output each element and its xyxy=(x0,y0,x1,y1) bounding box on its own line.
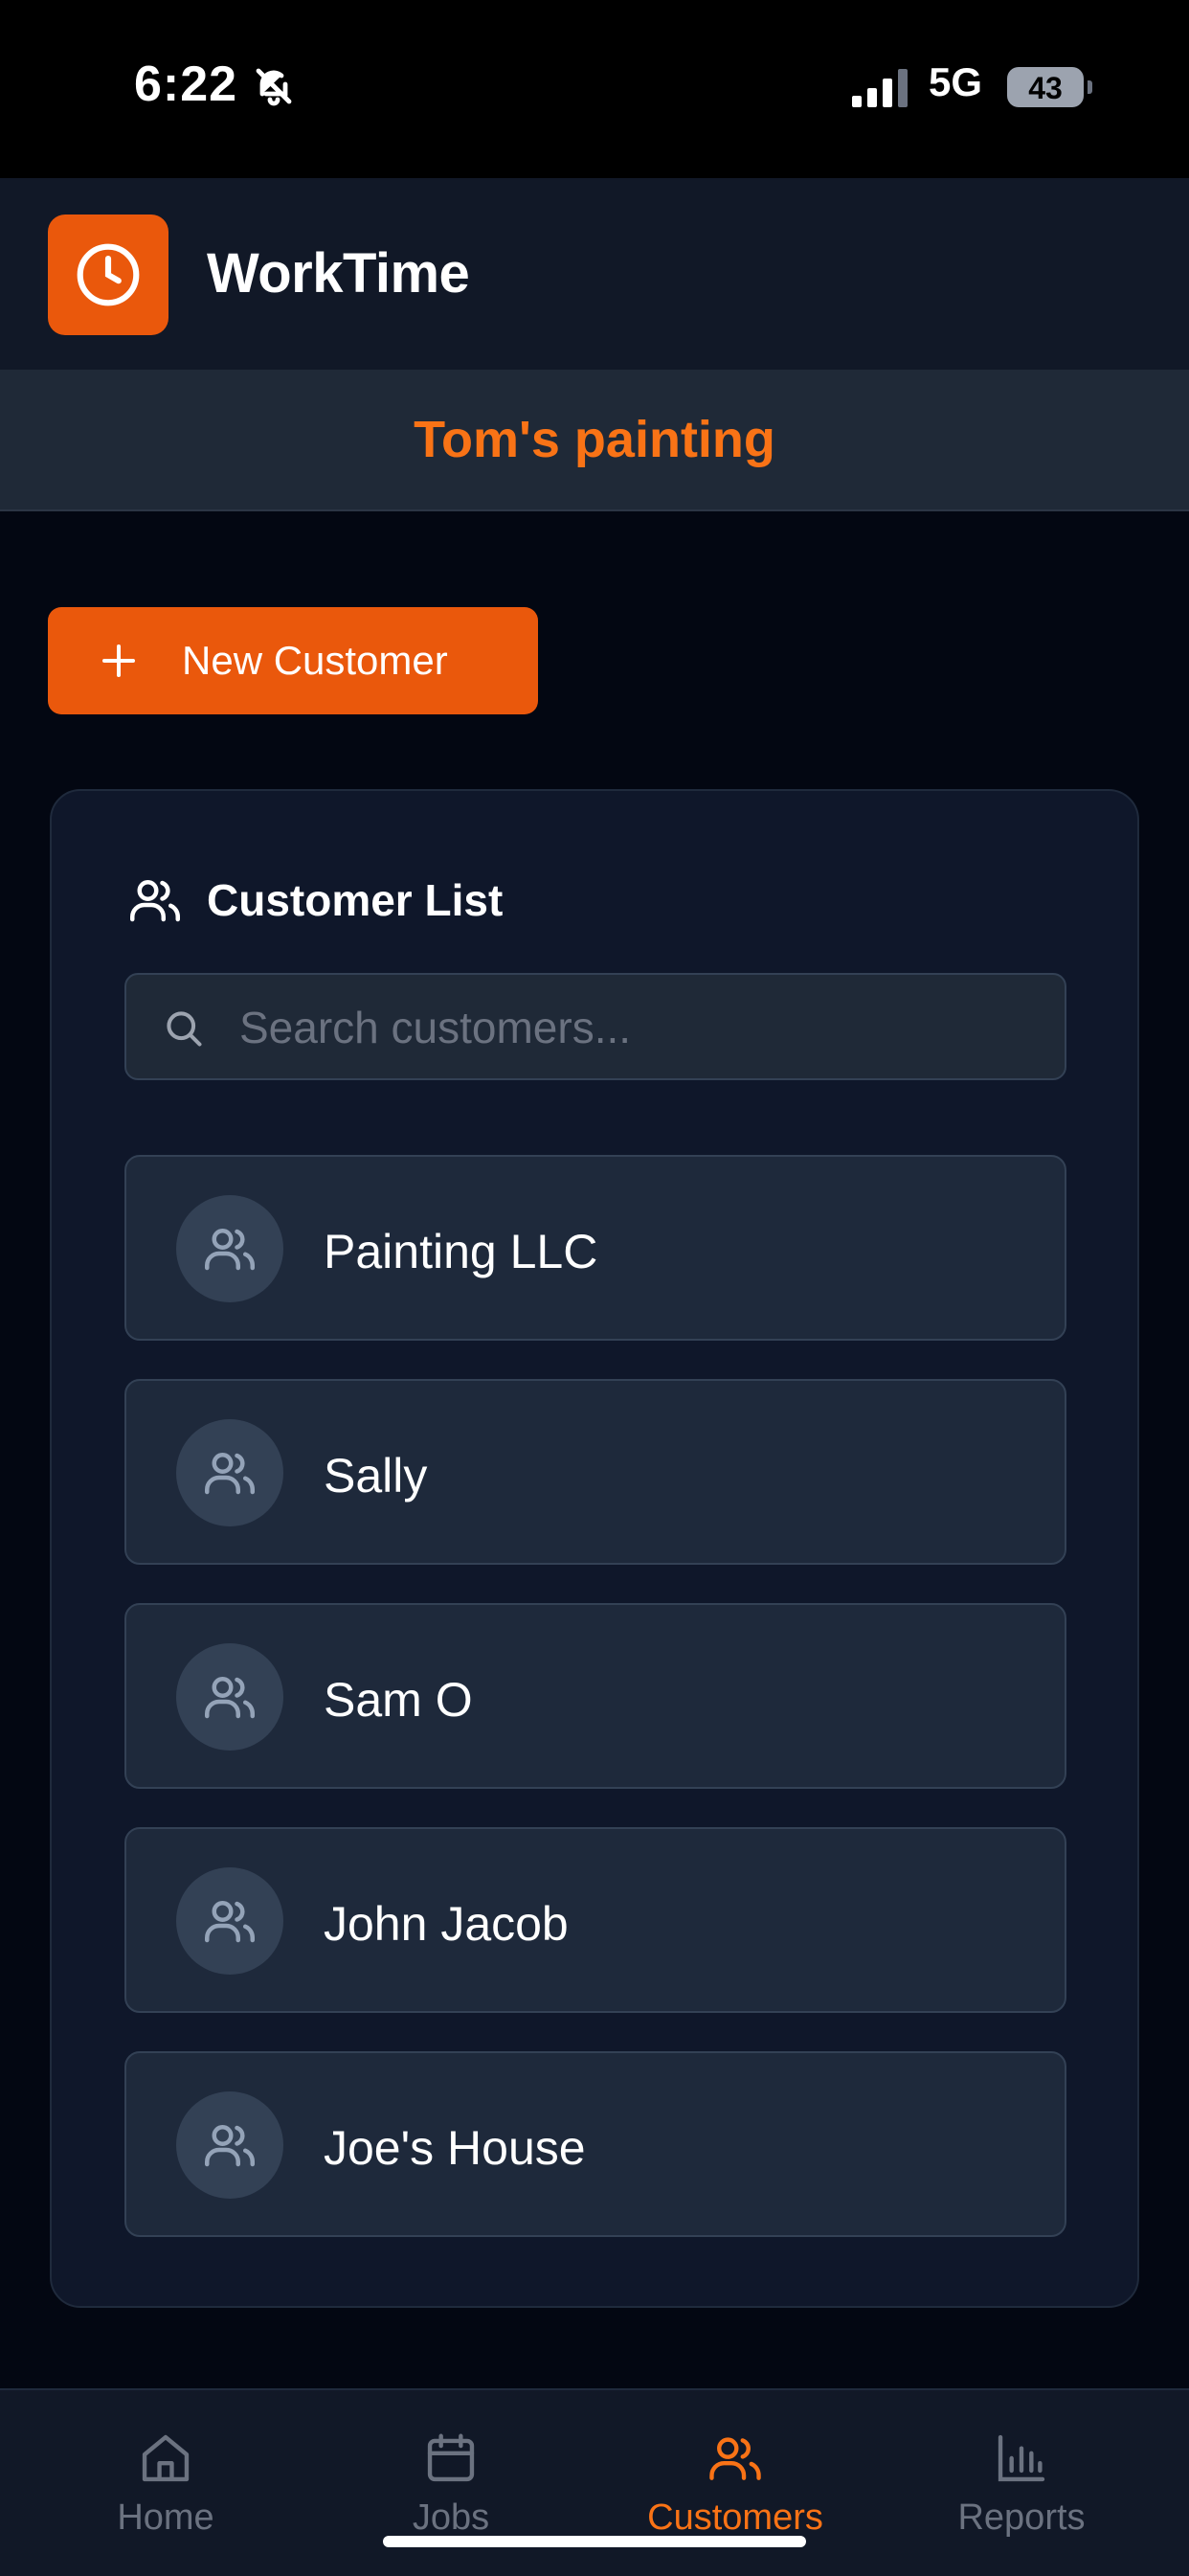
app-header: WorkTime xyxy=(0,178,1189,370)
clock-icon xyxy=(77,243,140,306)
users-icon xyxy=(205,1901,255,1943)
status-bar: 6:22 5G 43 xyxy=(0,0,1189,178)
customer-name: Painting LLC xyxy=(324,1225,598,1278)
customer-list: Painting LLC Sally Sam O John Jacob Joe'… xyxy=(124,1155,1066,2275)
customer-avatar xyxy=(176,1643,283,1751)
calendar-icon xyxy=(427,2433,475,2482)
customer-name: Sam O xyxy=(324,1673,473,1727)
search-input[interactable] xyxy=(237,975,1045,1080)
home-icon xyxy=(142,2434,190,2482)
tab-reports[interactable]: Reports xyxy=(911,2429,1132,2539)
customer-name: Joe's House xyxy=(324,2121,586,2175)
tab-label: Reports xyxy=(957,2497,1086,2538)
battery-level: 43 xyxy=(1028,71,1063,105)
customer-avatar xyxy=(176,1867,283,1975)
tab-jobs[interactable]: Jobs xyxy=(341,2429,561,2539)
bell-muted-icon xyxy=(256,68,292,106)
users-icon xyxy=(709,2437,761,2480)
customer-list-title: Customer List xyxy=(207,875,504,925)
customer-row-sally[interactable]: Sally xyxy=(124,1379,1066,1565)
new-customer-button[interactable]: New Customer xyxy=(48,607,538,714)
customer-row-sam-o[interactable]: Sam O xyxy=(124,1603,1066,1789)
network-type: 5G xyxy=(929,59,983,104)
tab-customers[interactable]: Customers xyxy=(625,2429,845,2539)
customer-avatar xyxy=(176,2091,283,2199)
users-icon xyxy=(205,1677,255,1719)
home-indicator[interactable] xyxy=(383,2536,806,2547)
customer-avatar xyxy=(176,1419,283,1526)
new-customer-label: New Customer xyxy=(182,638,448,683)
tab-label: Customers xyxy=(647,2497,823,2538)
company-name: Tom's painting xyxy=(414,411,775,468)
customer-list-header: Customer List xyxy=(126,871,503,929)
tab-label: Jobs xyxy=(412,2497,490,2538)
customer-list-card: Customer List Painting LLC Sally xyxy=(50,789,1139,2308)
company-bar: Tom's painting xyxy=(0,370,1189,511)
bar-chart-icon xyxy=(998,2434,1045,2482)
users-icon xyxy=(205,2125,255,2167)
customer-row-john-jacob[interactable]: John Jacob xyxy=(124,1827,1066,2013)
search-icon xyxy=(167,1011,202,1047)
customer-name: Sally xyxy=(324,1449,428,1503)
users-icon xyxy=(130,880,180,922)
plus-icon xyxy=(102,644,135,677)
customer-row-painting-llc[interactable]: Painting LLC xyxy=(124,1155,1066,1341)
users-icon xyxy=(205,1453,255,1495)
search-box xyxy=(124,973,1066,1080)
battery-nub xyxy=(1088,80,1092,94)
customer-avatar xyxy=(176,1195,283,1302)
status-time: 6:22 xyxy=(134,56,238,112)
bottom-nav: Home Jobs Customers Reports xyxy=(0,2388,1189,2576)
users-icon xyxy=(205,1229,255,1271)
cellular-signal-icon xyxy=(852,69,908,107)
customer-name: John Jacob xyxy=(324,1897,569,1951)
app-logo xyxy=(48,215,168,335)
customer-row-joes-house[interactable]: Joe's House xyxy=(124,2051,1066,2237)
tab-home[interactable]: Home xyxy=(56,2429,276,2539)
battery-icon: 43 xyxy=(1007,67,1084,107)
tab-label: Home xyxy=(117,2497,214,2538)
app-title: WorkTime xyxy=(207,242,470,305)
